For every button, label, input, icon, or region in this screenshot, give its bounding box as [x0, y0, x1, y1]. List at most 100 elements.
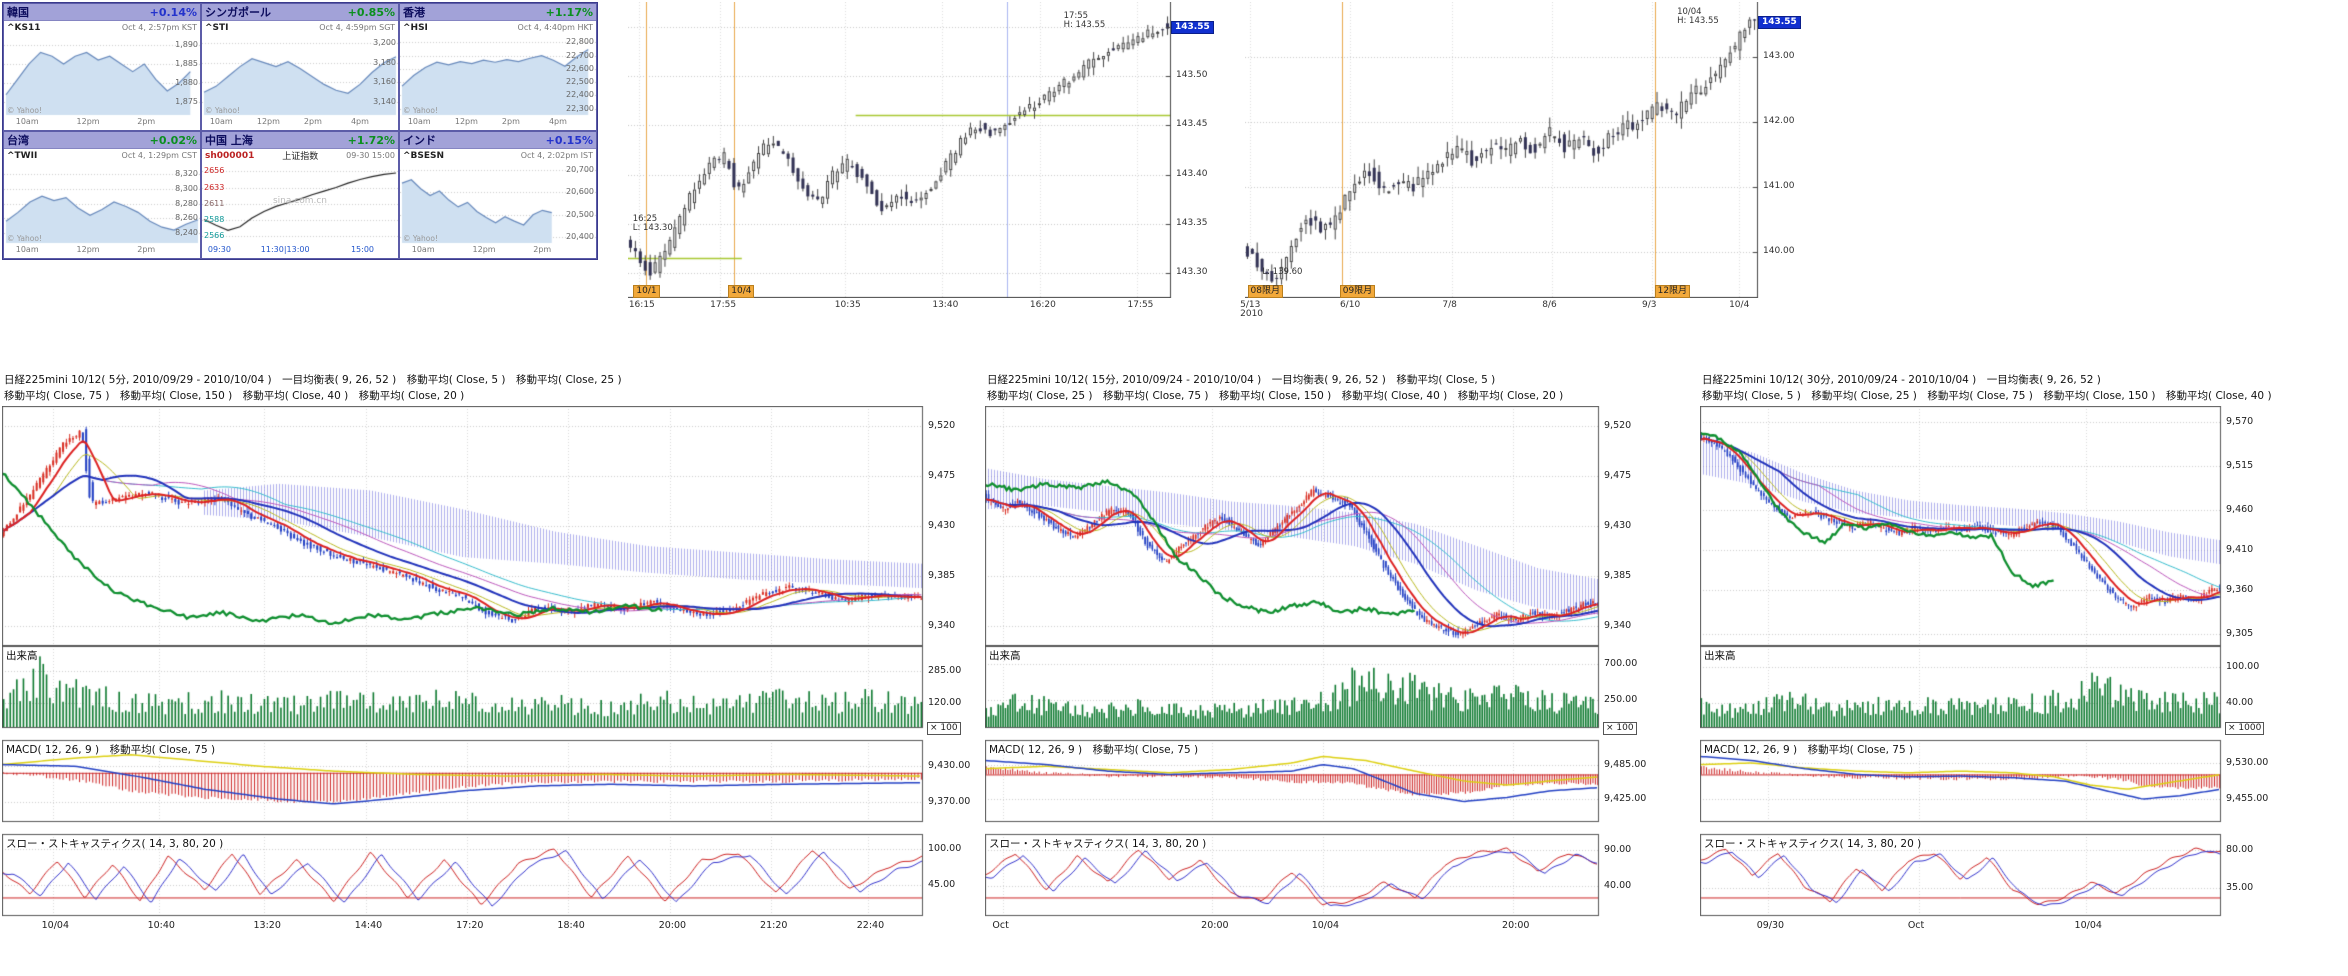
x-tick-label: 2pm: [502, 118, 520, 126]
x-tick-label: 4pm: [351, 118, 369, 126]
market-change: +0.02%: [150, 134, 197, 147]
contract-month-label: 08限月: [1248, 285, 1283, 298]
mini-area-chart: 22,80022,70022,60022,50022,40022,300© Ya…: [400, 34, 596, 117]
x-tick-label: 12pm: [77, 246, 100, 254]
stoch-tick-label: 40.00: [1604, 881, 1631, 891]
x-tick-label: 15:00: [351, 246, 374, 254]
x-tick-label: 16:20: [1030, 301, 1056, 310]
x-tick-label: Oct: [992, 921, 1008, 931]
y-tick-label: 22,500: [566, 78, 594, 86]
chart-canvas: [1245, 2, 1807, 298]
chart-plot-area[interactable]: 出来高 MACD( 12, 26, 9 ) 移動平均( Close, 75 ) …: [2, 406, 977, 938]
chart-plot-area[interactable]: 出来高 MACD( 12, 26, 9 ) 移動平均( Close, 75 ) …: [1700, 406, 2275, 938]
x-tick-label: 12pm: [257, 118, 280, 126]
macd-pane-label: MACD( 12, 26, 9 ) 移動平均( Close, 75 ): [6, 742, 215, 757]
y-tick-label: 143.50: [1176, 71, 1208, 80]
quote-time: Oct 4, 2:57pm KST: [122, 23, 197, 32]
y-tick-label: 22,400: [566, 91, 594, 99]
tile-subheader: ^HSI Oct 4, 4:40pm HKT: [400, 21, 596, 34]
tile-header: 台湾 +0.02%: [4, 132, 200, 149]
asian-markets-grid: 韓国 +0.14% ^KS11 Oct 4, 2:57pm KST 1,8901…: [2, 2, 598, 260]
chart-canvas: [4, 162, 200, 245]
volume-tick-label: 250.00: [1604, 695, 1637, 705]
volume-pane-label: 出来高: [1704, 648, 1736, 663]
x-tick-label: 10:40: [148, 921, 175, 931]
price-tick-label: 9,515: [2226, 461, 2253, 471]
mini-area-chart: 1,8901,8851,8801,875© Yahoo!: [4, 34, 200, 117]
market-symbol: ^TWII: [7, 151, 37, 161]
price-tick-label: 9,475: [1604, 471, 1631, 481]
technical-chart-15min: 日経225mini 10/12( 15分, 2010/09/24 - 2010/…: [985, 372, 1653, 940]
market-tile-hongkong[interactable]: 香港 +1.17% ^HSI Oct 4, 4:40pm HKT 22,8002…: [399, 3, 597, 131]
market-tile-shanghai[interactable]: 中国 上海 +1.72% sh000001 上证指数 09-30 15:00 2…: [201, 131, 399, 259]
annotation: L: 139.60: [1262, 268, 1302, 277]
volume-unit-box: × 100: [1603, 722, 1637, 735]
price-tick-label: 9,340: [1604, 621, 1631, 631]
market-name: インド: [403, 132, 436, 148]
chart-plot-area[interactable]: 出来高 MACD( 12, 26, 9 ) 移動平均( Close, 75 ) …: [985, 406, 1653, 938]
y-tick-label: 143.00: [1763, 52, 1795, 61]
volume-pane-label: 出来高: [989, 648, 1021, 663]
tile-subheader: ^TWII Oct 4, 1:29pm CST: [4, 149, 200, 162]
x-tick-label: 12pm: [77, 118, 100, 126]
x-tick-label: 09/30: [1757, 921, 1784, 931]
y-tick-label: 2588: [204, 216, 224, 224]
x-tick-label: 10am: [16, 118, 39, 126]
mini-chart-x-axis: 10am12pm2pm: [4, 245, 200, 257]
x-tick-label: 6/10: [1340, 301, 1360, 310]
y-tick-label: 20,500: [566, 211, 594, 219]
x-tick-label: 17:55: [1127, 301, 1153, 310]
price-tick-label: 9,430: [1604, 521, 1631, 531]
x-tick-label: Oct: [1908, 921, 1924, 931]
y-tick-label: 8,280: [175, 200, 198, 208]
contract-month-label: 10/4: [728, 285, 754, 298]
market-tile-singapore[interactable]: シンガポール +0.85% ^STI Oct 4, 4:59pm SGT 3,2…: [201, 3, 399, 131]
mini-line-chart: 26562633261125882566sina.com.cn: [202, 162, 398, 245]
x-tick-label: 10am: [408, 118, 431, 126]
quote-time: 09-30 15:00: [346, 151, 395, 160]
x-tick-label: 2pm: [533, 246, 551, 254]
x-tick-label: 13:20: [253, 921, 280, 931]
y-tick-label: 1,875: [175, 98, 198, 106]
quote-time: Oct 4, 2:02pm IST: [521, 151, 593, 160]
x-tick-label: 20:00: [1201, 921, 1228, 931]
contract-month-label: 12限月: [1655, 285, 1690, 298]
macd-tick-label: 9,485.00: [1604, 760, 1646, 770]
mini-area-chart: 20,70020,60020,50020,400© Yahoo!: [400, 162, 596, 245]
trading-workspace: { "chart_data": [ { "type": "area", "nam…: [0, 0, 2348, 976]
x-tick-label: 20:00: [1502, 921, 1529, 931]
tile-header: 中国 上海 +1.72%: [202, 132, 398, 149]
x-tick-label: 2pm: [137, 246, 155, 254]
y-tick-label: 2656: [204, 167, 224, 175]
market-name: 韓国: [7, 4, 29, 20]
price-tick-label: 9,430: [928, 521, 955, 531]
market-tile-india[interactable]: インド +0.15% ^BSESN Oct 4, 2:02pm IST 20,7…: [399, 131, 597, 259]
market-change: +0.15%: [546, 134, 593, 147]
market-tile-korea[interactable]: 韓国 +0.14% ^KS11 Oct 4, 2:57pm KST 1,8901…: [3, 3, 201, 131]
market-symbol: ^KS11: [7, 23, 41, 33]
y-tick-label: 143.35: [1176, 219, 1208, 228]
macd-tick-label: 9,430.00: [928, 761, 970, 771]
x-tick-label: 10/04: [1312, 921, 1339, 931]
macd-pane-label: MACD( 12, 26, 9 ) 移動平均( Close, 75 ): [989, 742, 1198, 757]
watermark: © Yahoo!: [403, 107, 438, 115]
x-tick-label: 4pm: [549, 118, 567, 126]
x-tick-label: 13:40: [932, 301, 958, 310]
usdjpy-daily-candlestick-chart[interactable]: 143.00142.00141.00140.00143.5510/04H: 14…: [1245, 2, 1807, 320]
x-tick-label: 9/3: [1642, 301, 1656, 310]
mini-chart-x-axis: 10am12pm2pm: [400, 245, 596, 257]
annotation: H: 143.55: [1064, 21, 1106, 30]
chart-canvas: [4, 34, 200, 117]
y-tick-label: 2633: [204, 184, 224, 192]
y-tick-label: 140.00: [1763, 247, 1795, 256]
chart-title-line1: 日経225mini 10/12( 5分, 2010/09/29 - 2010/1…: [2, 372, 977, 388]
usdjpy-intraday-candlestick-chart[interactable]: 143.55143.50143.45143.40143.35143.30143.…: [628, 2, 1216, 320]
annotation: L: 143.30: [633, 224, 673, 233]
market-name: シンガポール: [205, 4, 271, 20]
watermark: © Yahoo!: [7, 107, 42, 115]
volume-tick-label: 120.00: [928, 698, 961, 708]
mini-chart-x-axis: 09:3011:30|13:0015:00: [202, 245, 398, 257]
market-symbol: ^BSESN: [403, 151, 444, 161]
market-tile-taiwan[interactable]: 台湾 +0.02% ^TWII Oct 4, 1:29pm CST 8,3208…: [3, 131, 201, 259]
tile-subheader: ^BSESN Oct 4, 2:02pm IST: [400, 149, 596, 162]
